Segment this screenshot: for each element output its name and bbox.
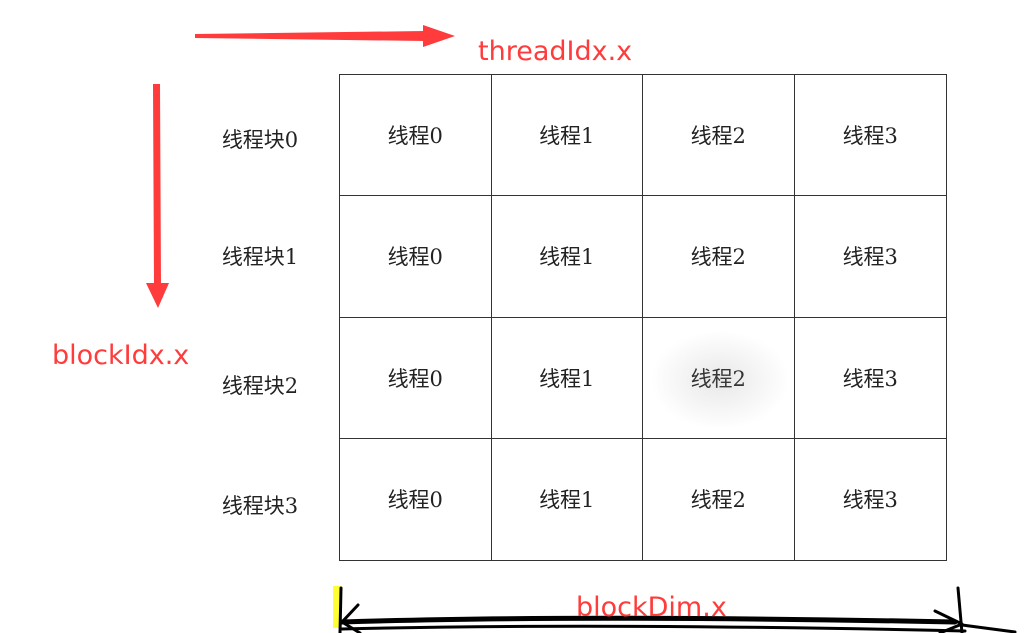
- grid-cell-thread: 线程3: [794, 318, 946, 439]
- grid-cell-thread: 线程1: [492, 438, 643, 560]
- grid-cell-thread: 线程2: [643, 75, 795, 197]
- grid-cell-thread: 线程2: [643, 317, 795, 439]
- grid-cell-thread: 线程3: [794, 196, 946, 318]
- grid-cell-thread: 线程0: [340, 438, 492, 560]
- thread-idx-label: threadIdx.x: [478, 36, 633, 67]
- block-dim-label: blockDim.x: [576, 592, 727, 623]
- block-idx-arrow: [146, 84, 169, 308]
- grid-cell-thread: 线程2: [643, 196, 795, 318]
- row-label-block-1: 线程块1: [221, 245, 299, 269]
- grid-cell-thread: 线程0: [340, 196, 492, 318]
- grid-cell-thread: 线程3: [794, 75, 946, 197]
- row-label-block-2: 线程块2: [221, 374, 299, 398]
- row-label-block-3: 线程块3: [221, 494, 299, 518]
- row-label-block-0: 线程块0: [221, 128, 299, 152]
- grid-cell-thread: 线程1: [491, 75, 643, 197]
- grid-cell-thread: 线程0: [340, 75, 492, 197]
- grid-cell-thread: 线程0: [340, 317, 492, 439]
- thread-block-grid: 线程0 线程1 线程2 线程3 线程0 线程1 线程2 线程3 线程0 线程1 …: [339, 74, 947, 561]
- grid-cell-thread: 线程1: [491, 196, 643, 318]
- grid-cell-thread: 线程1: [491, 317, 643, 439]
- thread-idx-arrow: [195, 25, 455, 47]
- block-idx-label: blockIdx.x: [52, 340, 190, 371]
- grid-cell-thread: 线程3: [842, 488, 898, 513]
- grid-cell-thread: 线程2: [643, 438, 795, 560]
